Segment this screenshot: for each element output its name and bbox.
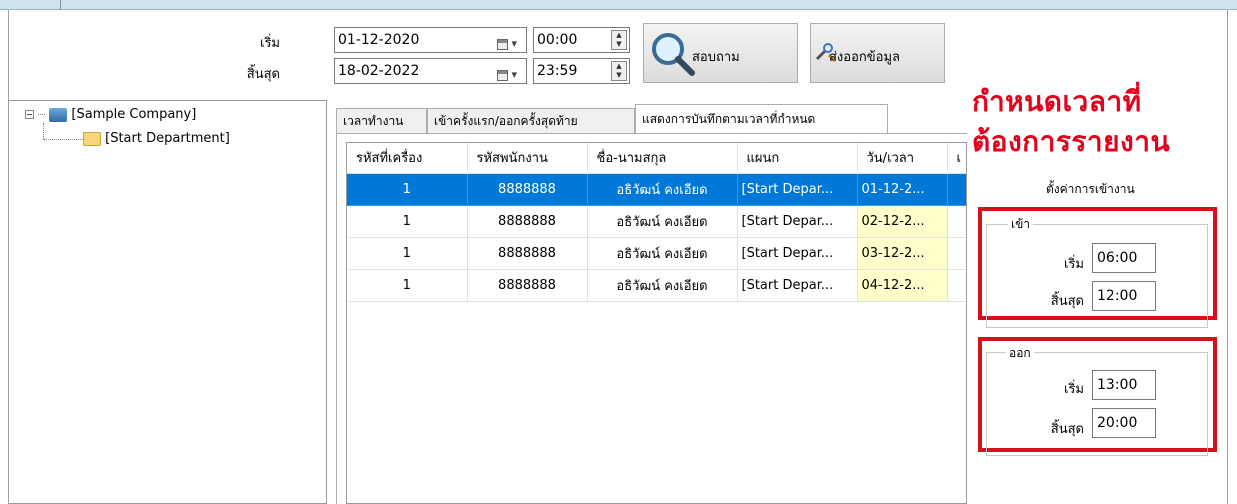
cell-name: อธิวัฒน์ คงเอียด	[587, 173, 738, 206]
cell-employee: 8888888	[467, 173, 588, 206]
end-date-picker[interactable]: 18-02-2022 ▾	[334, 58, 527, 84]
spinner-icon[interactable]: ▲ ▼	[611, 61, 627, 81]
cell-name: อธิวัฒน์ คงเอียด	[587, 237, 738, 270]
in-groupbox	[986, 224, 1208, 328]
cell-employee: 8888888	[467, 269, 588, 302]
start-date-label: เริ่ม	[260, 36, 280, 51]
table-row[interactable]: 1 8888888 อธิวัฒน์ คงเอียด [Start Depar.…	[347, 269, 966, 302]
column-header[interactable]: วัน/เวลา	[857, 143, 948, 174]
in-start-label: เริ่ม	[1064, 257, 1084, 272]
cell-extra	[947, 237, 966, 270]
export-button-label: ส่งออกข้อมูล	[829, 50, 900, 65]
end-date-value: 18-02-2022	[338, 63, 420, 79]
cell-department: [Start Depar...	[737, 173, 858, 206]
records-grid[interactable]: รหัสที่เครื่อง รหัสพนักงาน ชื่อ-นามสกุล …	[346, 142, 967, 504]
cell-datetime: 02-12-2...	[857, 205, 948, 238]
cell-department: [Start Depar...	[737, 205, 858, 238]
magnifier-icon	[652, 33, 695, 76]
export-button[interactable]: ส่งออกข้อมูล	[810, 23, 945, 83]
collapse-icon[interactable]: −	[25, 110, 34, 119]
cell-device: 1	[347, 205, 468, 238]
cell-employee: 8888888	[467, 237, 588, 270]
spinner-icon[interactable]: ▲ ▼	[611, 30, 627, 50]
cell-datetime: 01-12-2...	[857, 173, 948, 206]
cell-device: 1	[347, 237, 468, 270]
cell-device: 1	[347, 269, 468, 302]
out-start-label: เริ่ม	[1064, 382, 1084, 397]
out-end-time-field[interactable]: 20:00	[1092, 408, 1156, 438]
table-row[interactable]: 1 8888888 อธิวัฒน์ คงเอียด [Start Depar.…	[347, 205, 966, 238]
cell-datetime: 03-12-2...	[857, 237, 948, 270]
column-header[interactable]: รหัสที่เครื่อง	[347, 143, 468, 174]
query-button-label: สอบถาม	[692, 50, 740, 65]
in-group-title: เข้า	[1008, 215, 1034, 234]
column-header[interactable]: ชื่อ-นามสกุล	[587, 143, 738, 174]
column-header[interactable]: เ	[947, 143, 966, 174]
top-divider	[60, 0, 61, 10]
column-header[interactable]: แผนก	[737, 143, 858, 174]
start-date-picker[interactable]: 01-12-2020 ▾	[334, 27, 527, 53]
out-end-label: สิ้นสุด	[1050, 422, 1084, 437]
cell-name: อธิวัฒน์ คงเอียด	[587, 205, 738, 238]
cell-department: [Start Depar...	[737, 269, 858, 302]
start-date-value: 01-12-2020	[338, 32, 420, 48]
tab-first-last[interactable]: เข้าครั้งแรก/ออกครั้งสุดท้าย	[427, 108, 635, 134]
tree-node-company[interactable]: − [Sample Company]	[25, 107, 196, 122]
calendar-dropdown-icon[interactable]: ▾	[497, 32, 523, 50]
query-button[interactable]: สอบถาม	[643, 23, 798, 83]
cell-extra	[947, 173, 966, 206]
in-end-time-field[interactable]: 12:00	[1092, 281, 1156, 311]
tree-node-company-label: [Sample Company]	[71, 107, 197, 122]
department-tree[interactable]: − [Sample Company] [Start Department]	[9, 100, 327, 504]
tab-working-time[interactable]: เวลาทำงาน	[336, 108, 427, 134]
frame-right-border	[1227, 10, 1228, 504]
annotation-line-2: ต้องการรายงาน	[972, 125, 1171, 158]
computer-network-icon	[49, 107, 68, 122]
cell-employee: 8888888	[467, 205, 588, 238]
column-header[interactable]: รหัสพนักงาน	[467, 143, 588, 174]
out-groupbox	[986, 352, 1208, 456]
cell-name: อธิวัฒน์ คงเอียด	[587, 269, 738, 302]
end-time-input[interactable]: 23:59 ▲ ▼	[533, 58, 630, 84]
out-group-title: ออก	[1006, 344, 1034, 363]
folder-open-icon	[83, 131, 101, 146]
cell-datetime: 04-12-2...	[857, 269, 948, 302]
tab-by-time[interactable]: แสดงการบันทึกตามเวลาที่กำหนด	[635, 104, 888, 135]
settings-title: ตั้งค่าการเข้างาน	[1046, 182, 1135, 196]
tree-node-department-label: [Start Department]	[105, 131, 230, 146]
tree-node-department[interactable]: [Start Department]	[83, 131, 230, 146]
cell-extra	[947, 205, 966, 238]
cell-department: [Start Depar...	[737, 237, 858, 270]
cell-extra	[947, 269, 966, 302]
start-time-input[interactable]: 00:00 ▲ ▼	[533, 27, 630, 53]
in-start-time-field[interactable]: 06:00	[1092, 243, 1156, 273]
out-start-time-field[interactable]: 13:00	[1092, 370, 1156, 400]
in-end-label: สิ้นสุด	[1050, 294, 1084, 309]
annotation-line-1: กำหนดเวลาที่	[972, 85, 1142, 118]
table-row[interactable]: 1 8888888 อธิวัฒน์ คงเอียด [Start Depar.…	[347, 237, 966, 270]
end-date-label: สิ้นสุด	[246, 67, 280, 82]
calendar-dropdown-icon[interactable]: ▾	[497, 63, 523, 81]
end-time-value: 23:59	[537, 63, 578, 79]
table-row[interactable]: 1 8888888 อธิวัฒน์ คงเอียด [Start Depar.…	[347, 173, 966, 206]
grid-header-row: รหัสที่เครื่อง รหัสพนักงาน ชื่อ-นามสกุล …	[347, 143, 966, 174]
cell-device: 1	[347, 173, 468, 206]
start-time-value: 00:00	[537, 32, 578, 48]
window-top-strip	[0, 0, 1237, 10]
